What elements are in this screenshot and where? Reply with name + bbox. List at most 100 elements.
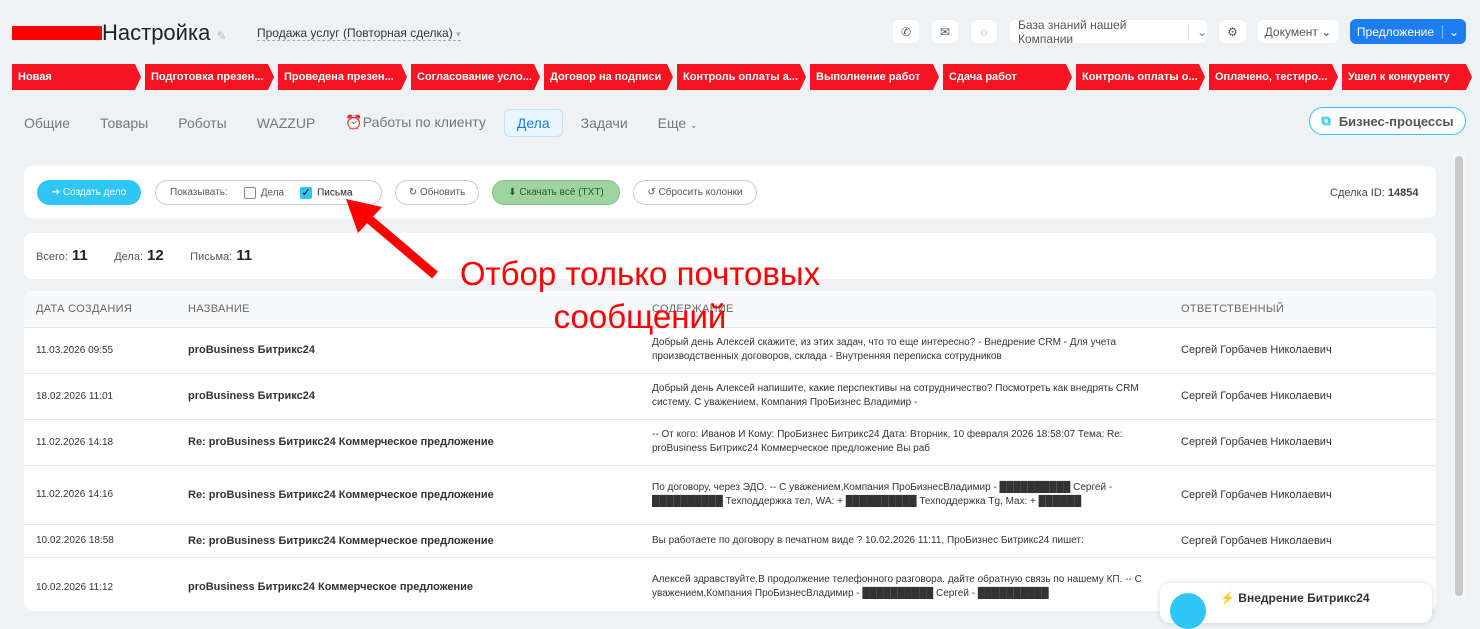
row-date: 11.02.2026 14:16: [24, 464, 188, 524]
avatar: [1170, 593, 1206, 629]
popup-title: Внедрение Битрикс24: [1238, 591, 1370, 605]
total-value: 11: [71, 247, 88, 264]
annotation-text: Отбор только почтовых сообщений: [459, 255, 821, 335]
stage[interactable]: Выполнение работ: [810, 64, 939, 90]
stage[interactable]: Оплачено, тестиро...: [1209, 64, 1338, 90]
phone-icon[interactable]: ✆: [893, 20, 919, 43]
tab-more[interactable]: Еще ⌄: [658, 109, 698, 137]
chevron-down-icon: ⌄: [690, 119, 698, 130]
business-process-icon: ⧉: [1321, 113, 1331, 128]
offer-button[interactable]: Предложение ⌄: [1350, 19, 1466, 44]
row-name[interactable]: proBusiness Битрикс24: [188, 372, 652, 419]
download-all-button[interactable]: ⬇ Скачать всё (TXT): [492, 180, 620, 205]
show-label: Показывать:: [170, 187, 228, 198]
activities-table-card: ДАТА СОЗДАНИЯ НАЗВАНИЕ СОДЕРЖАНИЕ ОТВЕТС…: [24, 291, 1436, 611]
tab-tasks[interactable]: Задачи: [581, 109, 628, 137]
row-content: Алексей здравствуйте.В продолжение телеф…: [652, 556, 1181, 611]
stage[interactable]: Сдача работ: [943, 64, 1072, 90]
row-content: По договору, через ЭДО. -- С уважением,К…: [652, 464, 1181, 524]
deal-id: Сделка ID: 14854: [1330, 187, 1418, 199]
tab-wazzup[interactable]: WAZZUP: [257, 109, 316, 137]
checkbox[interactable]: [243, 186, 256, 199]
create-activity-button[interactable]: ➔ Создать дело: [37, 180, 141, 205]
stage[interactable]: Согласование усло...: [411, 64, 540, 90]
annotation-arrow-icon: [346, 199, 438, 279]
document-label: Документ: [1264, 24, 1318, 39]
row-responsible: Сергей Горбачев Николаевич: [1181, 418, 1436, 465]
row-content: Добрый день Алексей напишите, какие перс…: [652, 372, 1181, 419]
tasks-count-label: Дела:: [114, 251, 144, 263]
row-responsible: Сергей Горбачев Николаевич: [1181, 464, 1436, 524]
letters-count-label: Письма:: [190, 251, 233, 263]
business-processes-label: Бизнес-процессы: [1338, 113, 1454, 129]
offer-label: Предложение: [1356, 24, 1435, 39]
tab-label: Еще: [657, 114, 687, 131]
deal-title: Настройка ✎: [12, 20, 227, 46]
edit-icon[interactable]: ✎: [216, 29, 226, 43]
row-date: 18.02.2026 11:01: [24, 372, 188, 419]
scrollbar-thumb[interactable]: [1455, 156, 1463, 596]
notification-popup[interactable]: ⚡ Внедрение Битрикс24: [1160, 583, 1432, 629]
chevron-down-icon: ⌄: [1321, 24, 1332, 39]
row-date: 10.02.2026 18:58: [24, 523, 188, 557]
chat-icon[interactable]: ◌: [971, 20, 997, 43]
reset-columns-button[interactable]: ↺ Сбросить колонки: [633, 180, 757, 205]
row-content: Вы работаете по договору в печатном виде…: [652, 523, 1181, 557]
deal-id-value: 14854: [1387, 187, 1419, 199]
checkbox-checked[interactable]: ✓: [300, 186, 313, 199]
row-name[interactable]: Re: proBusiness Битрикс24 Коммерческое п…: [188, 418, 652, 465]
row-responsible: Сергей Горбачев Николаевич: [1181, 326, 1436, 373]
lightning-icon: ⚡: [1220, 591, 1235, 605]
stage[interactable]: Подготовка презен...: [145, 64, 274, 90]
table-row[interactable]: 18.02.2026 11:01 proBusiness Битрикс24 Доб…: [24, 372, 1436, 419]
redaction: [12, 26, 102, 40]
tab-robots[interactable]: Роботы: [178, 109, 226, 137]
row-responsible: Сергей Горбачев Николаевич: [1181, 523, 1436, 557]
filter-tasks-label: Дела: [260, 187, 285, 199]
stage-bar: Новая Подготовка презен... Проведена пре…: [12, 64, 1472, 90]
table-row[interactable]: 10.02.2026 18:58 Re: proBusiness Битрикс2…: [24, 523, 1436, 557]
knowledge-base-button[interactable]: База знаний нашей Компании ⌄: [1010, 17, 1207, 46]
tab-client-works[interactable]: ⏰Работы по клиенту: [345, 108, 486, 137]
row-content: -- От кого: Иванов И Кому: ПроБизнес Бит…: [652, 418, 1181, 465]
stage[interactable]: Договор на подписи: [544, 64, 673, 90]
mail-icon[interactable]: ✉: [932, 20, 958, 43]
tasks-count-value: 12: [147, 247, 164, 264]
stage[interactable]: Контроль оплаты о...: [1076, 64, 1205, 90]
tab-general[interactable]: Общие: [24, 109, 70, 137]
chevron-down-icon[interactable]: ⌄: [1187, 24, 1207, 39]
tab-products[interactable]: Товары: [100, 109, 148, 137]
column-date[interactable]: ДАТА СОЗДАНИЯ: [24, 291, 188, 327]
row-name[interactable]: Re: proBusiness Битрикс24 Коммерческое п…: [188, 464, 652, 524]
row-date: 11.02.2026 14:18: [24, 418, 188, 465]
stage[interactable]: Ушел к конкуренту: [1342, 64, 1472, 90]
table-row[interactable]: 11.02.2026 14:16 Re: proBusiness Битрикс2…: [24, 464, 1436, 524]
table-row[interactable]: 11.02.2026 14:18 Re: proBusiness Битрикс2…: [24, 418, 1436, 465]
tab-label: Работы по клиенту: [362, 114, 486, 130]
stage[interactable]: Новая: [12, 64, 141, 90]
column-responsible[interactable]: ОТВЕТСТВЕННЫЙ: [1181, 291, 1436, 327]
deal-type-select[interactable]: Продажа услуг (Повторная сделка) ▾: [257, 26, 461, 41]
deal-id-label: Сделка ID:: [1330, 187, 1385, 199]
alarm-clock-icon: ⏰: [345, 114, 363, 130]
title-text: Настройка: [102, 20, 211, 45]
tab-bar: Общие Товары Роботы WAZZUP ⏰Работы по кл…: [24, 108, 728, 137]
row-name[interactable]: Re: proBusiness Битрикс24 Коммерческое п…: [188, 523, 652, 557]
stage[interactable]: Контроль оплаты а...: [677, 64, 806, 90]
chevron-down-icon[interactable]: ⌄: [1442, 24, 1459, 39]
gear-icon[interactable]: ⚙: [1219, 20, 1246, 43]
filter-tasks-checkbox[interactable]: Дела: [243, 186, 285, 199]
knowledge-base-label: База знаний нашей Компании: [1018, 17, 1127, 46]
tab-activities[interactable]: Дела: [503, 108, 563, 137]
letters-count-value: 11: [236, 247, 253, 264]
row-responsible: Сергей Горбачев Николаевич: [1181, 372, 1436, 419]
business-processes-button[interactable]: ⧉ Бизнес-процессы: [1309, 107, 1466, 135]
row-date: 11.03.2026 09:55: [24, 326, 188, 373]
activities-table: ДАТА СОЗДАНИЯ НАЗВАНИЕ СОДЕРЖАНИЕ ОТВЕТС…: [24, 291, 1436, 611]
stage[interactable]: Проведена презен...: [278, 64, 407, 90]
row-date: 10.02.2026 11:12: [24, 556, 188, 611]
total-label: Всего:: [36, 251, 68, 263]
deal-type-label: Продажа услуг (Повторная сделка): [257, 26, 453, 40]
document-button[interactable]: Документ ⌄: [1258, 20, 1338, 43]
row-name[interactable]: proBusiness Битрикс24 Коммерческое предл…: [188, 556, 652, 611]
